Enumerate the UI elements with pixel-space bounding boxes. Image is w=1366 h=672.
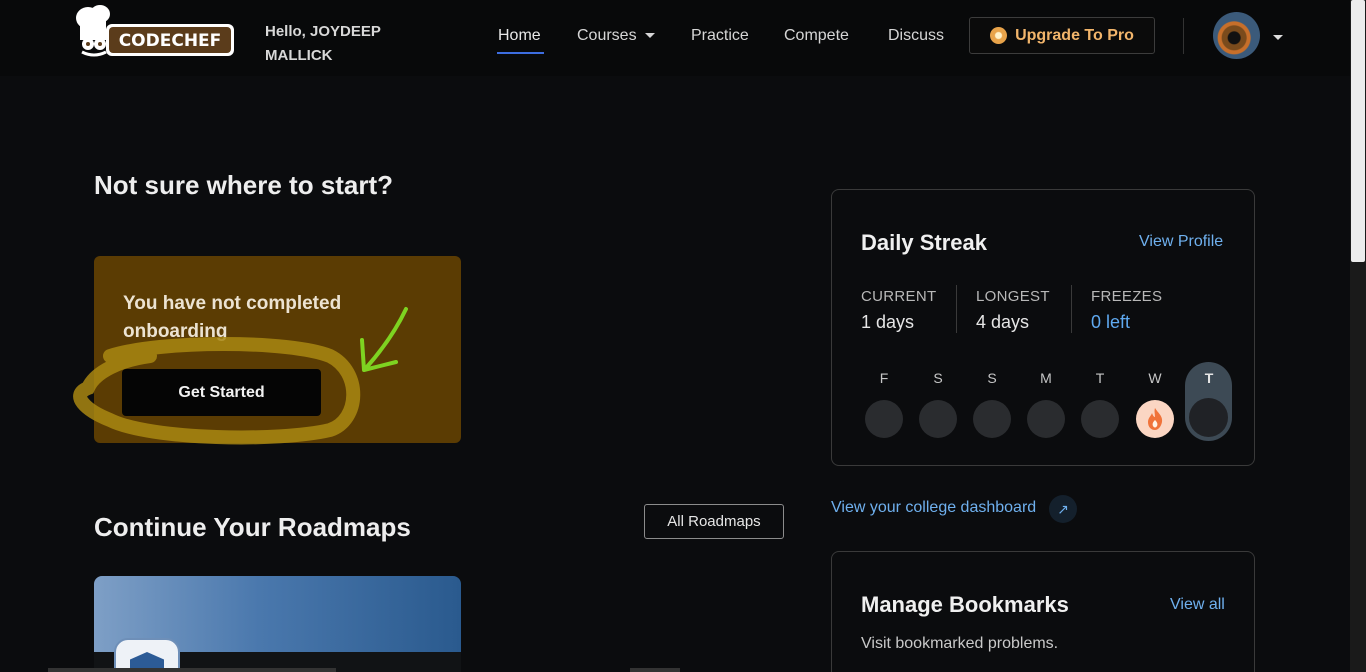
nav-practice-label: Practice xyxy=(691,27,749,44)
external-arrow-icon[interactable]: ↗ xyxy=(1049,495,1077,523)
nav-discuss-label: Discuss xyxy=(888,27,945,44)
view-profile-link[interactable]: View Profile xyxy=(1139,233,1223,251)
top-navbar: CODECHEF Hello, JOYDEEP MALLICK Home Cou… xyxy=(0,0,1350,76)
nav-home[interactable]: Home xyxy=(498,24,541,48)
avatar[interactable] xyxy=(1213,12,1260,59)
day-letter: F xyxy=(879,370,889,386)
caret-down-icon[interactable] xyxy=(1273,35,1283,40)
get-started-button[interactable]: Get Started xyxy=(122,369,321,416)
horizontal-scrollbar-segment xyxy=(630,668,680,672)
logo-wordmark: CODECHEF xyxy=(119,31,222,51)
nav-practice[interactable]: Practice xyxy=(691,24,749,48)
day-letter: M xyxy=(1040,370,1052,386)
nav-courses-label: Courses xyxy=(577,27,637,44)
day-dot xyxy=(919,400,957,438)
day-letter: S xyxy=(987,370,997,386)
day-dot xyxy=(973,400,1011,438)
fire-icon xyxy=(1148,408,1163,430)
horizontal-scrollbar-segment xyxy=(48,668,336,672)
pro-badge-icon xyxy=(990,27,1008,44)
upgrade-to-pro-button[interactable]: Upgrade To Pro xyxy=(969,17,1155,54)
nav-compete-label: Compete xyxy=(784,27,849,44)
longest-streak-label: LONGEST xyxy=(976,288,1050,305)
day-dot-active xyxy=(1136,400,1174,438)
current-streak-value: 1 days xyxy=(861,312,915,332)
day-dot xyxy=(865,400,903,438)
current-streak-label: CURRENT xyxy=(861,288,937,305)
roadmap-language-icon xyxy=(114,638,180,672)
bookmarks-title: Manage Bookmarks xyxy=(861,592,1069,617)
stat-divider xyxy=(1071,285,1072,333)
daily-streak-title: Daily Streak xyxy=(861,230,987,255)
upgrade-label: Upgrade To Pro xyxy=(1015,26,1134,44)
all-roadmaps-button[interactable]: All Roadmaps xyxy=(644,504,784,539)
day-letter: W xyxy=(1148,370,1162,386)
day-letter-today: T xyxy=(1204,370,1214,386)
roadmaps-section-title: Continue Your Roadmaps xyxy=(94,512,411,542)
header-divider xyxy=(1183,18,1184,54)
day-dot xyxy=(1027,400,1065,438)
today-dot xyxy=(1189,398,1228,437)
college-dashboard-link[interactable]: View your college dashboard xyxy=(831,499,1036,517)
day-letter: S xyxy=(933,370,943,386)
nav-courses[interactable]: Courses xyxy=(577,24,655,48)
view-all-bookmarks-link[interactable]: View all xyxy=(1170,596,1225,614)
onboarding-message: You have not completed onboarding xyxy=(123,293,342,342)
start-section-title: Not sure where to start? xyxy=(94,170,394,200)
codechef-logo[interactable]: CODECHEF xyxy=(66,4,238,60)
roadmap-card[interactable] xyxy=(94,576,461,672)
nav-compete[interactable]: Compete xyxy=(784,24,849,48)
nav-home-label: Home xyxy=(498,27,541,44)
bookmarks-description: Visit bookmarked problems. xyxy=(861,635,1059,652)
nav-active-indicator xyxy=(497,52,544,54)
freezes-label: FREEZES xyxy=(1091,288,1163,305)
scrollbar-thumb[interactable] xyxy=(1351,0,1365,262)
user-greeting: Hello, JOYDEEP MALLICK xyxy=(265,23,381,64)
nav-discuss[interactable]: Discuss xyxy=(888,24,944,48)
day-dot xyxy=(1081,400,1119,438)
day-letter: T xyxy=(1095,370,1105,386)
longest-streak-value: 4 days xyxy=(976,312,1030,332)
stat-divider xyxy=(956,285,957,333)
chevron-down-icon xyxy=(644,33,655,39)
freezes-value[interactable]: 0 left xyxy=(1091,312,1130,333)
